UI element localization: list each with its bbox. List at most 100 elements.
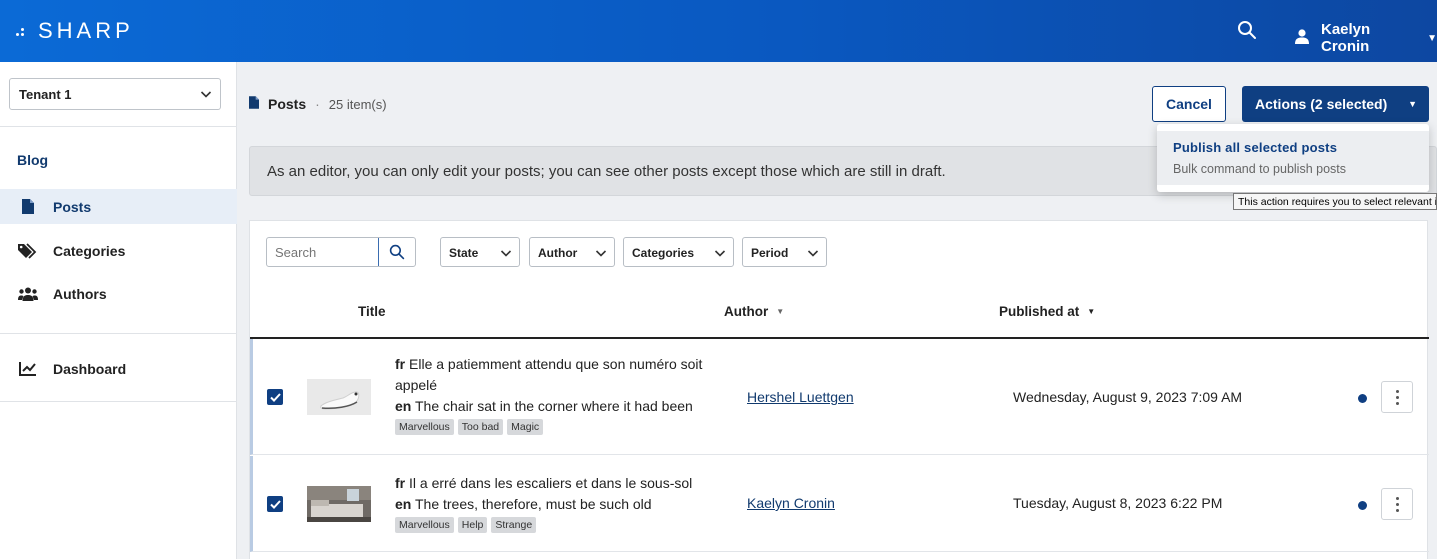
action-tooltip: This action requires you to select relev… <box>1233 193 1437 210</box>
post-title: fr Il a erré dans les escaliers et dans … <box>395 473 725 533</box>
users-icon <box>18 285 38 303</box>
breadcrumb: Posts · 25 item(s) <box>249 96 387 112</box>
category-tag: Marvellous <box>395 419 454 435</box>
tags-icon <box>18 242 38 260</box>
column-header-label: Title <box>358 304 386 319</box>
chevron-down-icon <box>807 250 819 257</box>
post-title: fr Elle a patiemment attendu que son num… <box>395 354 725 435</box>
lang-label: fr <box>395 356 406 372</box>
state-dot-icon[interactable] <box>1358 394 1367 403</box>
breadcrumb-separator: · <box>315 96 320 112</box>
lang-label: fr <box>395 475 406 491</box>
search-button[interactable] <box>378 238 415 266</box>
title-fr: Il a erré dans les escaliers et dans le … <box>409 475 693 491</box>
state-dot-icon[interactable] <box>1358 501 1367 510</box>
row-checkbox[interactable] <box>267 389 283 405</box>
row-checkbox[interactable] <box>267 496 283 512</box>
check-icon <box>269 392 281 402</box>
tag-list: Marvellous Too bad Magic <box>395 419 725 435</box>
cancel-button[interactable]: Cancel <box>1152 86 1226 122</box>
posts-list-card: State Author Categories Period Title Aut… <box>249 220 1429 559</box>
table-row[interactable]: fr Il a erré dans les escaliers et dans … <box>250 456 1429 552</box>
sidebar-divider <box>0 401 237 402</box>
page-title: Posts <box>268 96 307 112</box>
publish-selected-menu-item[interactable]: Publish all selected posts Bulk command … <box>1157 131 1429 185</box>
tenant-select[interactable]: Tenant 1 <box>9 78 221 110</box>
categories-filter[interactable]: Categories <box>623 237 734 267</box>
chevron-down-icon <box>595 250 607 257</box>
actions-dropdown-menu: Publish all selected posts Bulk command … <box>1157 124 1429 192</box>
search-icon[interactable] <box>1237 20 1257 40</box>
tenant-value: Tenant 1 <box>19 87 72 102</box>
file-icon <box>249 96 259 112</box>
sidebar-divider <box>0 126 237 127</box>
published-date: Wednesday, August 9, 2023 7:09 AM <box>1013 389 1243 405</box>
table-row[interactable]: fr Elle a patiemment attendu que son num… <box>250 339 1429 455</box>
search-input[interactable] <box>267 238 378 266</box>
column-header-title: Title <box>358 304 386 319</box>
sidebar-item-label: Authors <box>53 285 107 302</box>
column-header-published[interactable]: Published at ▼ <box>999 304 1095 319</box>
row-actions-button[interactable] <box>1381 488 1413 520</box>
file-icon <box>18 198 38 216</box>
actions-label: Actions (2 selected) <box>1255 96 1388 112</box>
column-header-label: Published at <box>999 304 1080 319</box>
lang-label: en <box>395 398 412 414</box>
title-en: The chair sat in the corner where it had… <box>414 398 693 414</box>
state-filter[interactable]: State <box>440 237 520 267</box>
lang-label: en <box>395 496 412 512</box>
actions-button[interactable]: Actions (2 selected) ▼ <box>1242 86 1429 122</box>
category-tag: Magic <box>507 419 544 435</box>
category-tag: Too bad <box>457 419 504 435</box>
filter-label: Categories <box>632 246 695 260</box>
author-link[interactable]: Hershel Luettgen <box>747 389 854 405</box>
logo-text: SHARP <box>38 18 134 43</box>
filter-label: Period <box>751 246 789 260</box>
chevron-down-icon <box>200 91 212 98</box>
post-thumbnail <box>307 379 371 415</box>
column-header-label: Author <box>724 304 769 319</box>
row-actions-button[interactable] <box>1381 381 1413 413</box>
sidebar-item-label: Categories <box>53 242 126 259</box>
period-filter[interactable]: Period <box>742 237 827 267</box>
search-icon <box>389 244 405 260</box>
app-logo[interactable]: SHARP <box>16 18 134 44</box>
category-tag: Strange <box>491 517 537 533</box>
caret-down-icon: ▼ <box>1427 32 1437 44</box>
menu-item-title: Publish all selected posts <box>1173 140 1338 155</box>
menu-item-description: Bulk command to publish posts <box>1173 162 1347 176</box>
sort-caret-icon: ▼ <box>1087 307 1096 316</box>
sidebar-item-posts[interactable]: Posts <box>0 189 237 224</box>
chevron-down-icon <box>500 250 512 257</box>
sidebar-item-label: Dashboard <box>53 360 127 377</box>
logo-dots-icon <box>16 25 30 37</box>
category-tag: Marvellous <box>395 517 454 533</box>
sidebar-item-categories[interactable]: Categories <box>0 233 237 268</box>
sidebar-item-authors[interactable]: Authors <box>0 276 237 311</box>
top-navbar: SHARP Kaelyn Cronin ▼ <box>0 0 1437 62</box>
chevron-down-icon <box>714 250 726 257</box>
sidebar-section-blog: Blog <box>17 152 49 168</box>
user-icon <box>1295 28 1309 48</box>
sidebar-item-label: Posts <box>53 198 92 215</box>
post-thumbnail <box>307 486 371 522</box>
item-count: 25 item(s) <box>328 96 387 112</box>
author-link[interactable]: Kaelyn Cronin <box>747 495 835 511</box>
user-menu[interactable]: Kaelyn Cronin ▼ <box>1295 21 1437 55</box>
search-field <box>266 237 416 267</box>
title-fr: Elle a patiemment attendu que son numéro… <box>395 356 703 393</box>
column-header-author[interactable]: Author ▼ <box>724 304 784 319</box>
check-icon <box>269 499 281 509</box>
sidebar-divider <box>0 333 237 334</box>
sidebar: Tenant 1 Blog Posts Categories Authors D… <box>0 62 237 559</box>
published-date: Tuesday, August 8, 2023 6:22 PM <box>1013 495 1223 511</box>
tag-list: Marvellous Help Strange <box>395 517 725 533</box>
title-en: The trees, therefore, must be such old <box>414 496 652 512</box>
author-filter[interactable]: Author <box>529 237 615 267</box>
sidebar-item-dashboard[interactable]: Dashboard <box>0 351 237 386</box>
filter-label: State <box>449 246 479 260</box>
filter-label: Author <box>538 246 578 260</box>
category-tag: Help <box>457 517 488 533</box>
chart-line-icon <box>18 360 38 378</box>
sort-caret-icon: ▼ <box>776 307 785 316</box>
